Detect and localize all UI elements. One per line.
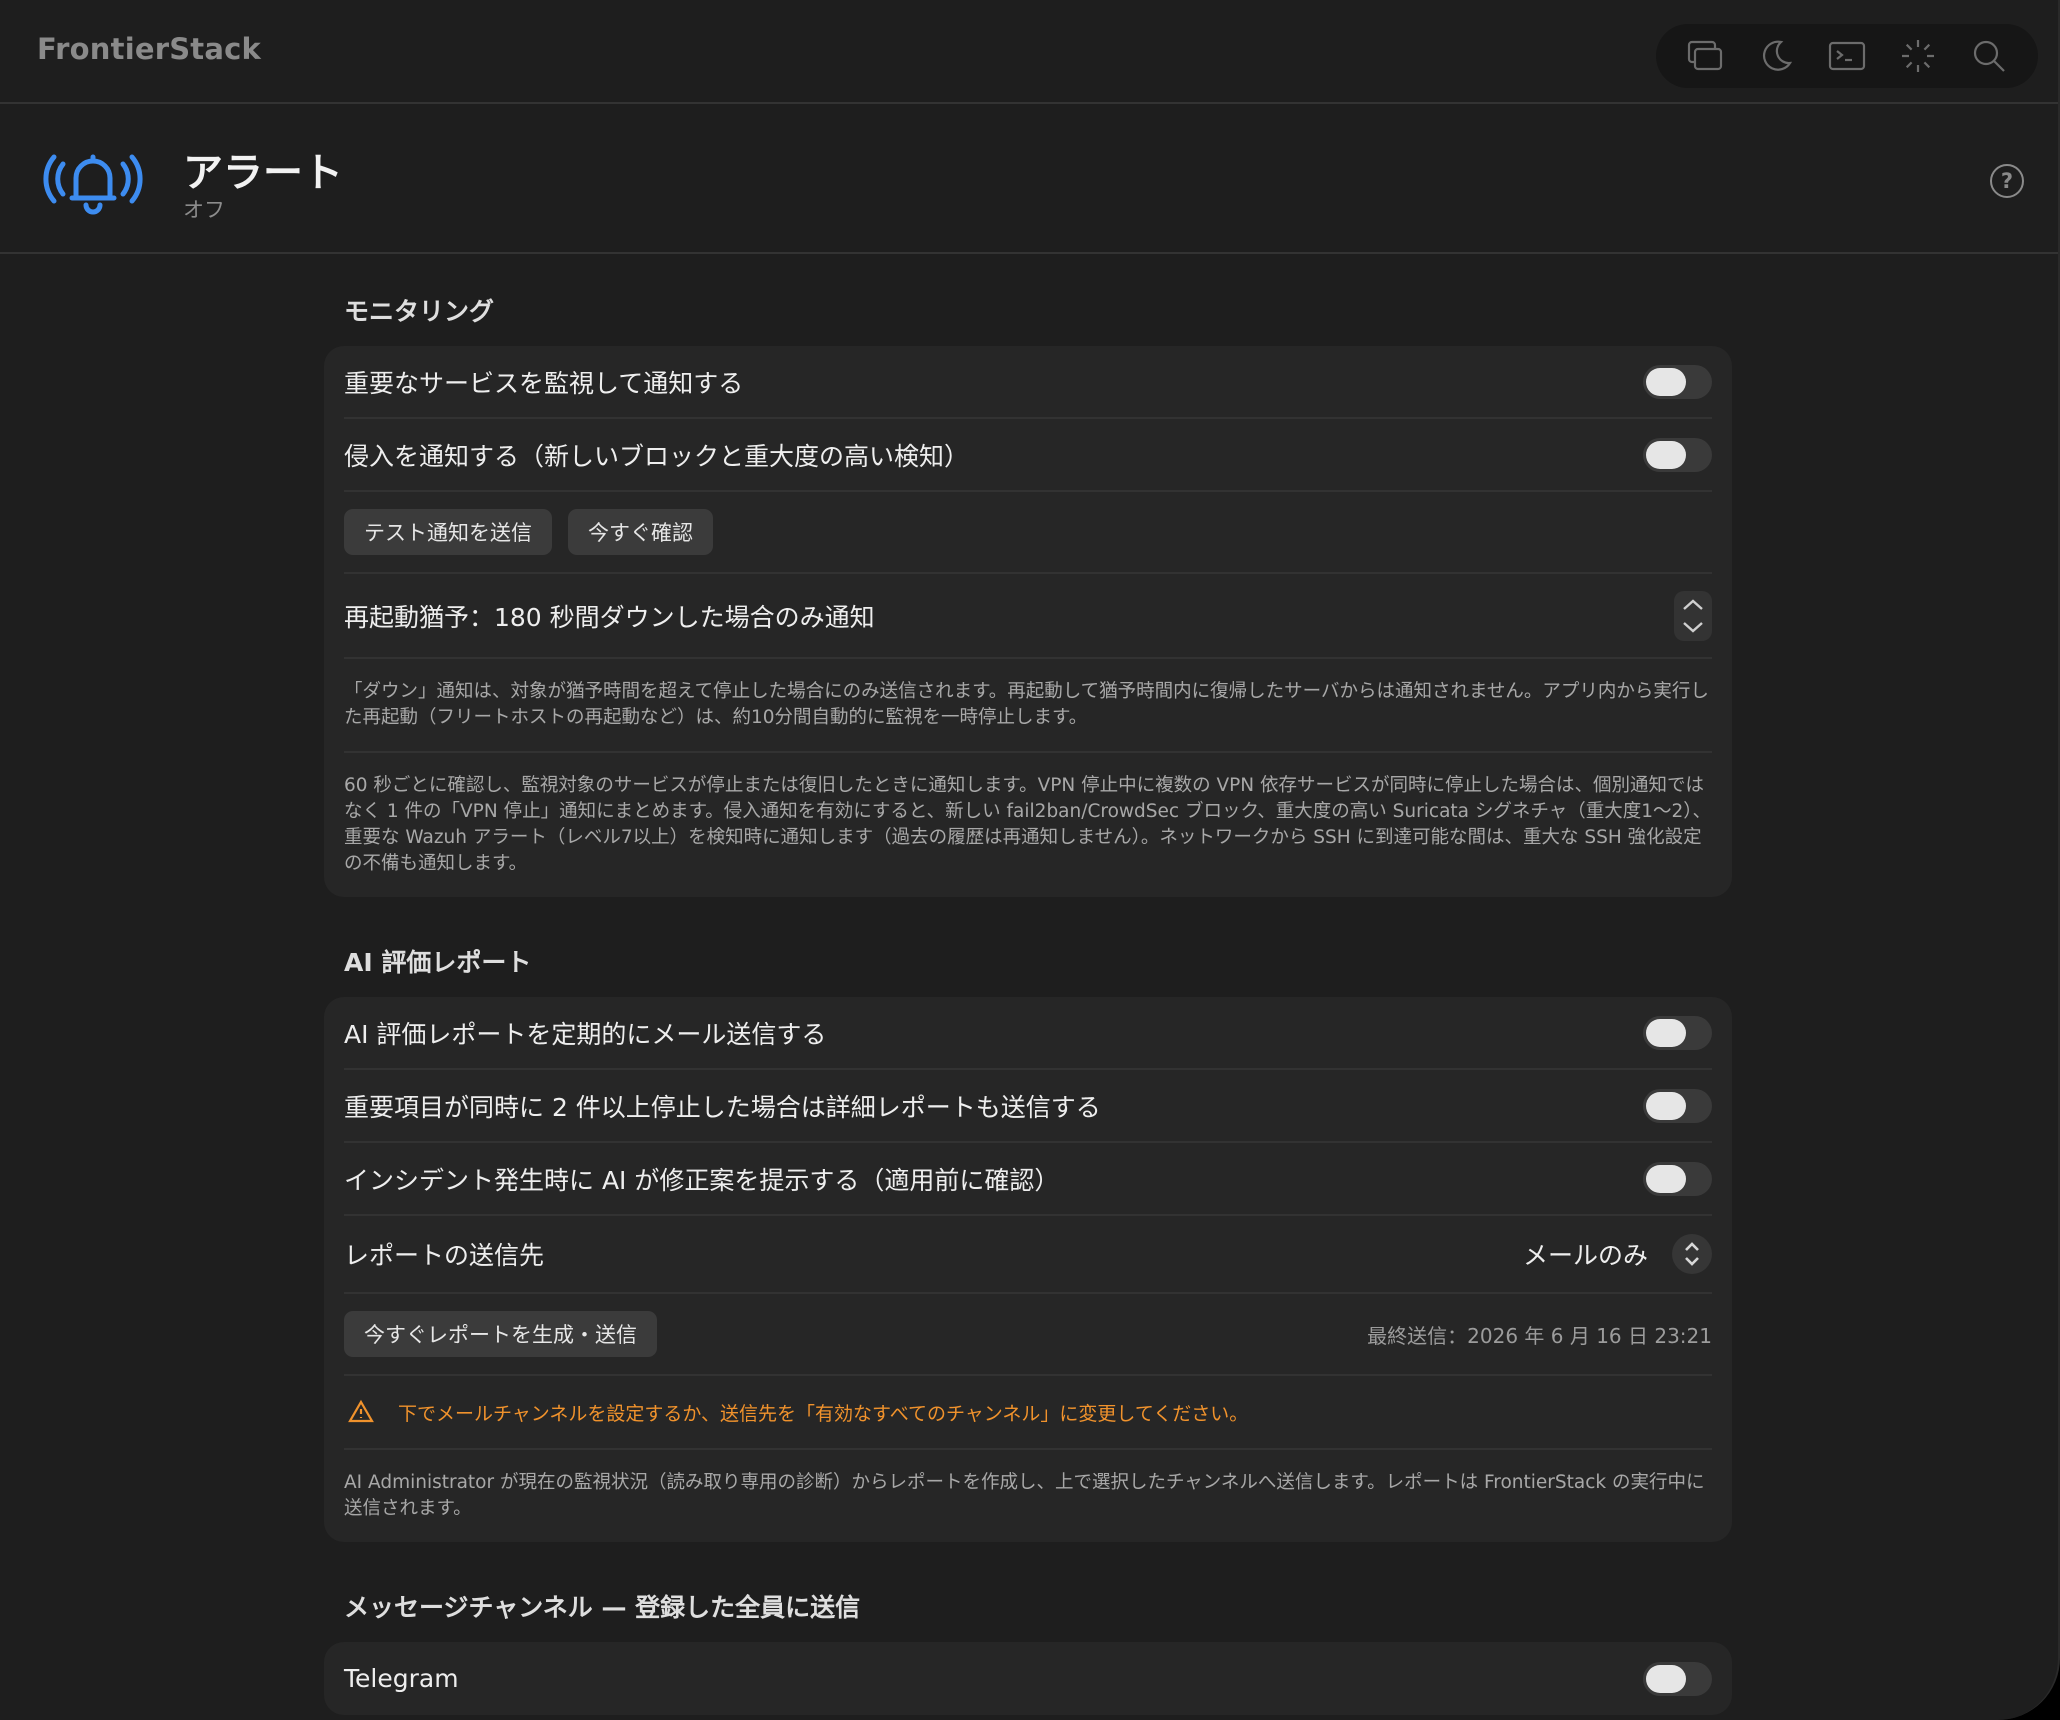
section-title-monitoring: モニタリング	[344, 297, 495, 326]
email-channel-warning: 下でメールチャンネルを設定するか、送信先を「有効なすべてのチャンネル」に変更して…	[344, 1376, 1712, 1450]
last-sent-text: 最終送信：2026 年 6 月 16 日 23:21	[1367, 1323, 1712, 1348]
windows-icon[interactable]	[1683, 34, 1727, 78]
terminal-icon[interactable]	[1825, 34, 1869, 78]
ai-fix-proposal-toggle[interactable]	[1643, 1161, 1712, 1196]
generate-report-row: 今すぐレポートを生成・送信 最終送信：2026 年 6 月 16 日 23:21	[344, 1294, 1712, 1376]
channels-section: メッセージチャンネル — 登録した全員に送信 Telegram	[324, 1588, 1732, 1715]
settings-content: モニタリング 重要なサービスを監視して通知する 侵入を通知する（新しいブロックと…	[324, 252, 1732, 1715]
top-bar: FrontierStack	[0, 0, 2058, 104]
monitoring-section: モニタリング 重要なサービスを監視して通知する 侵入を通知する（新しいブロックと…	[324, 292, 1732, 897]
detail-report-label: 重要項目が同時に 2 件以上停止した場合は詳細レポートも送信する	[344, 1092, 1101, 1122]
monitoring-help-text: 60 秒ごとに確認し、監視対象のサービスが停止または復旧したときに通知します。V…	[344, 775, 1711, 874]
section-title-ai-report: AI 評価レポート	[344, 948, 532, 977]
service-monitor-label: 重要なサービスを監視して通知する	[344, 368, 744, 398]
monitoring-card: 重要なサービスを監視して通知する 侵入を通知する（新しいブロックと重大度の高い検…	[324, 346, 1732, 897]
page-title: アラート	[183, 150, 343, 196]
ai-fix-proposal-label: インシデント発生時に AI が修正案を提示する（適用前に確認）	[344, 1165, 1060, 1195]
telegram-row: Telegram	[344, 1642, 1712, 1715]
check-now-button[interactable]: 今すぐ確認	[568, 509, 713, 555]
intrusion-notify-row: 侵入を通知する（新しいブロックと重大度の高い検知）	[344, 419, 1712, 492]
ai-report-help-text: AI Administrator が現在の監視状況（読み取り専用の診断）からレポ…	[344, 1472, 1705, 1519]
grace-help-text: 「ダウン」通知は、対象が猶予時間を超えて停止した場合にのみ送信されます。再起動し…	[344, 659, 1712, 753]
section-title-channels: メッセージチャンネル — 登録した全員に送信	[344, 1593, 861, 1622]
intrusion-notify-label: 侵入を通知する（新しいブロックと重大度の高い検知）	[344, 441, 970, 471]
restart-grace-label: 再起動猶予：180 秒間ダウンした場合のみ通知	[344, 602, 875, 632]
toolbar	[1656, 24, 2038, 88]
periodic-report-toggle[interactable]	[1643, 1015, 1712, 1050]
report-destination-row: レポートの送信先 メールのみ	[344, 1216, 1712, 1294]
warning-icon	[348, 1399, 374, 1423]
detail-report-row: 重要項目が同時に 2 件以上停止した場合は詳細レポートも送信する	[344, 1070, 1712, 1143]
send-test-notification-button[interactable]: テスト通知を送信	[344, 509, 552, 555]
service-monitor-row: 重要なサービスを監視して通知する	[344, 346, 1712, 419]
channels-card: Telegram	[324, 1642, 1732, 1715]
telegram-toggle[interactable]	[1643, 1661, 1712, 1696]
report-destination-select[interactable]: メールのみ	[1523, 1234, 1712, 1274]
grace-period-stepper[interactable]	[1674, 590, 1712, 641]
ai-fix-proposal-row: インシデント発生時に AI が修正案を提示する（適用前に確認）	[344, 1143, 1712, 1216]
ai-report-section: AI 評価レポート AI 評価レポートを定期的にメール送信する 重要項目が同時に…	[324, 943, 1732, 1542]
periodic-report-row: AI 評価レポートを定期的にメール送信する	[344, 997, 1712, 1070]
app-title: FrontierStack	[37, 32, 261, 66]
telegram-label: Telegram	[344, 1664, 459, 1693]
intrusion-notify-toggle[interactable]	[1643, 437, 1712, 472]
alert-status-text: オフ	[183, 198, 225, 222]
generate-report-button[interactable]: 今すぐレポートを生成・送信	[344, 1311, 657, 1357]
loading-icon[interactable]	[1896, 34, 1940, 78]
report-destination-label: レポートの送信先	[344, 1241, 545, 1270]
help-button[interactable]: ?	[1990, 164, 2024, 198]
chevron-up-down-icon	[1672, 1234, 1712, 1274]
warning-text: 下でメールチャンネルを設定するか、送信先を「有効なすべてのチャンネル」に変更して…	[398, 1402, 1249, 1425]
detail-report-toggle[interactable]	[1643, 1088, 1712, 1123]
search-icon[interactable]	[1967, 34, 2011, 78]
bell-ringing-icon	[32, 140, 154, 216]
page-header: アラート オフ ?	[0, 104, 2058, 254]
report-destination-value: メールのみ	[1522, 1241, 1648, 1270]
ai-report-card: AI 評価レポートを定期的にメール送信する 重要項目が同時に 2 件以上停止した…	[324, 997, 1732, 1542]
periodic-report-label: AI 評価レポートを定期的にメール送信する	[344, 1019, 827, 1049]
monitoring-actions-row: テスト通知を送信 今すぐ確認	[344, 492, 1712, 574]
app-window: FrontierStack アラート オフ ? モニタリング 重要なサービスを監…	[0, 0, 2060, 1720]
service-monitor-toggle[interactable]	[1643, 364, 1712, 399]
moon-icon[interactable]	[1754, 34, 1798, 78]
restart-grace-row: 再起動猶予：180 秒間ダウンした場合のみ通知	[344, 574, 1712, 659]
